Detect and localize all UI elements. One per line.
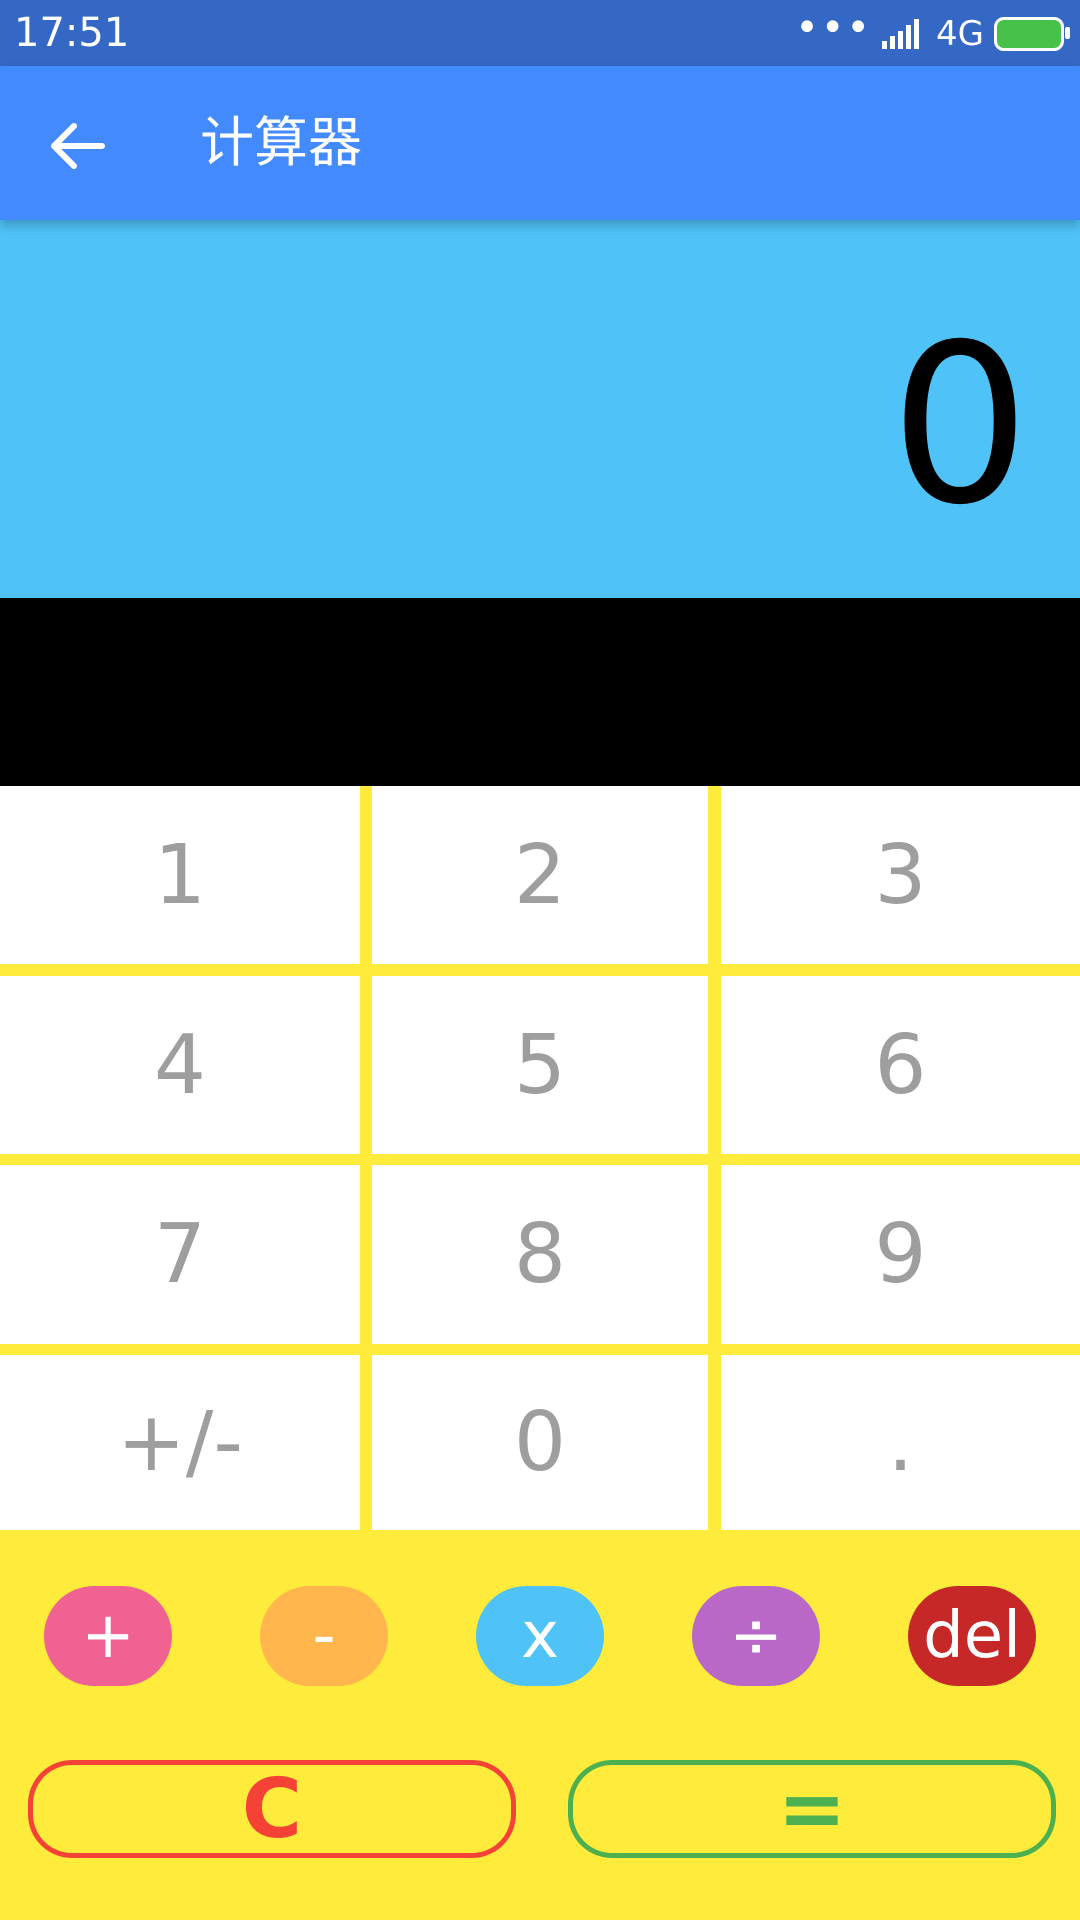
clear-button[interactable]: C [28,1760,516,1858]
key-9[interactable]: 9 [721,1165,1080,1344]
key-1[interactable]: 1 [0,786,360,964]
key-5[interactable]: 5 [372,976,708,1154]
delete-button[interactable]: del [908,1586,1036,1686]
battery-charging-icon [994,17,1070,51]
key-4[interactable]: 4 [0,976,360,1154]
key-6[interactable]: 6 [721,976,1080,1154]
minus-button[interactable]: - [260,1586,388,1686]
display-value: 0 [890,297,1030,553]
signal-icon [882,19,920,49]
key-8[interactable]: 8 [372,1165,708,1344]
number-keypad: 1 2 3 4 5 6 7 8 9 +/- 0. [0,786,1080,1530]
status-bar: 17:51 ••• 4G [0,0,1080,66]
key-plus-minus[interactable]: +/- [0,1355,360,1530]
plus-button[interactable]: + [44,1586,172,1686]
equals-button[interactable]: = [568,1760,1056,1858]
more-dots-icon: ••• [795,5,873,51]
network-type: 4G [936,14,984,54]
arrow-left-icon[interactable] [40,116,112,176]
status-time: 17:51 [14,10,130,56]
display-divider-band [0,598,1080,786]
key-decimal-point[interactable]: . [721,1355,1080,1530]
divide-button[interactable]: ÷ [692,1586,820,1686]
multiply-button[interactable]: x [476,1586,604,1686]
app-bar: 计算器 [0,66,1080,220]
key-3[interactable]: 3 [721,786,1080,964]
key-2[interactable]: 2 [372,786,708,964]
operator-panel: + - x ÷ del C = [0,1530,1080,1920]
key-0[interactable]: 0 [372,1355,708,1530]
key-7[interactable]: 7 [0,1165,360,1344]
page-title: 计算器 [200,111,362,174]
result-display: 0 [0,220,1080,598]
status-icons: ••• 4G [795,5,1070,56]
